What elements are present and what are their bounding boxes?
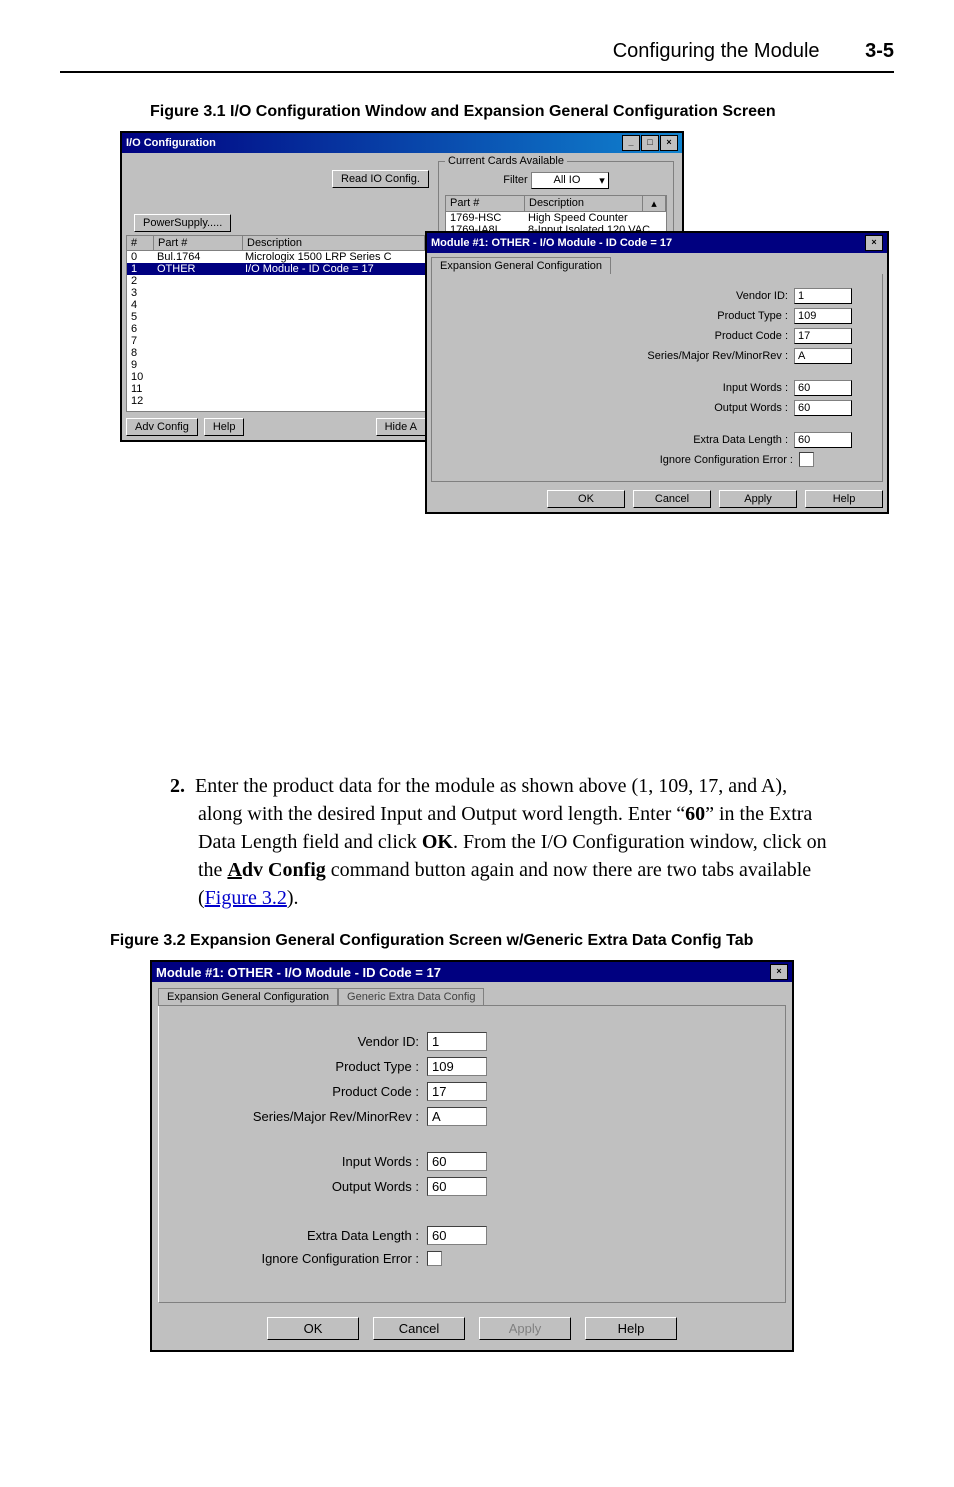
tab-generic-extra-data[interactable]: Generic Extra Data Config — [338, 988, 484, 1005]
cards-list-header: Part # Description ▴ — [445, 195, 667, 212]
extra-data-length-field[interactable]: 60 — [794, 432, 852, 448]
ok-button[interactable]: OK — [547, 490, 625, 508]
slot-list-header-num: # — [127, 236, 154, 250]
ignore-error-checkbox[interactable] — [427, 1251, 442, 1266]
ignore-error-checkbox[interactable] — [799, 452, 814, 467]
product-type-field[interactable]: 109 — [427, 1057, 487, 1076]
scroll-up-icon[interactable]: ▴ — [643, 196, 666, 211]
current-cards-legend: Current Cards Available — [445, 155, 567, 167]
close-icon[interactable]: × — [770, 964, 788, 980]
figure32-link[interactable]: Figure 3.2 — [205, 887, 287, 909]
hide-button[interactable]: Hide A — [376, 418, 426, 436]
figure31: I/O Configuration _ □ × PowerSupply.....… — [120, 131, 894, 752]
tab-page: Vendor ID:1 Product Type :109 Product Co… — [158, 1006, 786, 1303]
chevron-down-icon: ▾ — [599, 174, 605, 187]
help-button[interactable]: Help — [805, 490, 883, 508]
input-words-field[interactable]: 60 — [794, 380, 852, 396]
module-dialog-titlebar: Module #1: OTHER - I/O Module - ID Code … — [427, 233, 887, 253]
tab-expansion-general[interactable]: Expansion General Configuration — [431, 257, 611, 274]
input-words-field[interactable]: 60 — [427, 1152, 487, 1171]
module-dialog-32-title: Module #1: OTHER - I/O Module - ID Code … — [156, 965, 441, 980]
step2-number: 2. — [170, 775, 185, 797]
cancel-button[interactable]: Cancel — [633, 490, 711, 508]
vendor-id-field[interactable]: 1 — [427, 1032, 487, 1051]
step2-paragraph: 2. Enter the product data for the module… — [170, 772, 834, 912]
list-row: 0 Bul.1764 Micrologix 1500 LRP Series C — [127, 251, 425, 263]
dialog-button-row: OK Cancel Apply Help — [152, 1309, 792, 1350]
page-header-title: Configuring the Module — [613, 40, 820, 63]
vendor-id-field[interactable]: 1 — [794, 288, 852, 304]
io-config-titlebar: I/O Configuration _ □ × — [122, 133, 682, 153]
figure31-caption: Figure 3.1 I/O Configuration Window and … — [150, 103, 894, 121]
help-button[interactable]: Help — [585, 1317, 677, 1340]
page-header: Configuring the Module 3-5 — [0, 0, 954, 71]
series-field[interactable]: A — [427, 1107, 487, 1126]
header-rule — [60, 71, 894, 73]
slot-list-header-desc: Description — [243, 236, 425, 250]
figure32-caption: Figure 3.2 Expansion General Configurati… — [110, 932, 894, 950]
list-row-selected: 1 OTHER I/O Module - ID Code = 17 — [127, 263, 425, 275]
cancel-button[interactable]: Cancel — [373, 1317, 465, 1340]
module-dialog: Module #1: OTHER - I/O Module - ID Code … — [425, 231, 889, 514]
filter-label: Filter — [503, 174, 527, 186]
module-dialog-32: Module #1: OTHER - I/O Module - ID Code … — [150, 960, 794, 1352]
apply-button[interactable]: Apply — [479, 1317, 571, 1340]
close-icon[interactable]: × — [660, 135, 678, 151]
tab-expansion-general[interactable]: Expansion General Configuration — [158, 988, 338, 1005]
powersupply-button[interactable]: PowerSupply..... — [134, 214, 231, 232]
help-button[interactable]: Help — [204, 418, 245, 436]
output-words-field[interactable]: 60 — [794, 400, 852, 416]
io-config-title: I/O Configuration — [126, 137, 216, 149]
ok-button[interactable]: OK — [267, 1317, 359, 1340]
module-dialog-title: Module #1: OTHER - I/O Module - ID Code … — [431, 237, 672, 249]
product-type-field[interactable]: 109 — [794, 308, 852, 324]
apply-button[interactable]: Apply — [719, 490, 797, 508]
close-icon[interactable]: × — [865, 235, 883, 251]
product-code-field[interactable]: 17 — [794, 328, 852, 344]
slot-list-header: # Part # Description — [126, 235, 426, 251]
minimize-icon[interactable]: _ — [622, 135, 640, 151]
filter-select[interactable]: All IO ▾ — [531, 172, 609, 189]
slot-list-header-part: Part # — [154, 236, 243, 250]
series-field[interactable]: A — [794, 348, 852, 364]
output-words-field[interactable]: 60 — [427, 1177, 487, 1196]
module-dialog-32-titlebar: Module #1: OTHER - I/O Module - ID Code … — [152, 962, 792, 982]
slot-list[interactable]: 0 Bul.1764 Micrologix 1500 LRP Series C … — [126, 251, 426, 412]
maximize-icon[interactable]: □ — [641, 135, 659, 151]
figure32: Module #1: OTHER - I/O Module - ID Code … — [150, 960, 894, 1352]
adv-config-button[interactable]: Adv Config — [126, 418, 198, 436]
read-io-config-button[interactable]: Read IO Config. — [332, 170, 429, 188]
page-header-number: 3-5 — [865, 40, 894, 62]
product-code-field[interactable]: 17 — [427, 1082, 487, 1101]
tabbar: Expansion General Configuration Generic … — [158, 988, 786, 1006]
extra-data-length-field[interactable]: 60 — [427, 1226, 487, 1245]
